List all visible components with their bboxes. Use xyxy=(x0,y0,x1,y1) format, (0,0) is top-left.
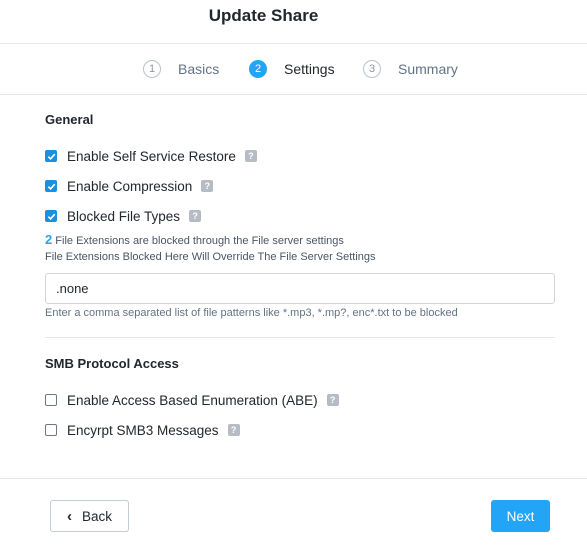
file-patterns-hint: Enter a comma separated list of file pat… xyxy=(45,307,458,319)
wizard-steps: 1 Basics 2 Settings 3 Summary xyxy=(0,44,587,95)
blocked-file-types-checkbox[interactable] xyxy=(45,210,57,222)
compression-row: Enable Compression ? xyxy=(45,178,214,194)
compression-checkbox[interactable] xyxy=(45,180,57,192)
check-icon xyxy=(47,153,55,160)
help-icon[interactable]: ? xyxy=(227,424,240,436)
blocked-file-types-row: Blocked File Types ? xyxy=(45,208,202,224)
blocked-file-types-label: Blocked File Types xyxy=(67,208,181,224)
step-settings[interactable]: 2 Settings xyxy=(249,59,335,79)
chevron-left-icon: ‹ xyxy=(66,507,72,525)
compression-label: Enable Compression xyxy=(67,178,193,194)
self-service-restore-checkbox[interactable] xyxy=(45,150,57,162)
smb3-encrypt-checkbox[interactable] xyxy=(45,424,57,436)
dialog-header: Update Share xyxy=(0,0,587,44)
help-icon[interactable]: ? xyxy=(244,150,257,162)
blocked-count[interactable]: 2 xyxy=(45,232,52,247)
step-basics[interactable]: 1 Basics xyxy=(143,59,219,79)
step-summary[interactable]: 3 Summary xyxy=(363,59,458,79)
general-section-title: General xyxy=(45,112,94,127)
abe-label: Enable Access Based Enumeration (ABE) xyxy=(67,392,318,408)
help-icon[interactable]: ? xyxy=(201,180,214,192)
blocked-info-text: File Extensions are blocked through the … xyxy=(55,235,344,247)
file-patterns-input[interactable] xyxy=(45,273,555,304)
step-label: Basics xyxy=(178,61,220,77)
smb3-encrypt-row: Encyrpt SMB3 Messages ? xyxy=(45,422,240,438)
section-divider xyxy=(45,337,555,338)
smb-section-title: SMB Protocol Access xyxy=(45,356,179,371)
abe-checkbox[interactable] xyxy=(45,394,57,406)
override-note: File Extensions Blocked Here Will Overri… xyxy=(45,251,376,263)
dialog-footer: ‹ Back Next xyxy=(0,478,587,552)
blocked-extensions-info: 2 File Extensions are blocked through th… xyxy=(45,232,344,247)
help-icon[interactable]: ? xyxy=(326,394,339,406)
next-button[interactable]: Next xyxy=(491,500,550,532)
step-label: Summary xyxy=(398,61,458,77)
self-service-restore-row: Enable Self Service Restore ? xyxy=(45,148,257,164)
step-number-icon: 3 xyxy=(363,60,381,78)
self-service-restore-label: Enable Self Service Restore xyxy=(67,148,236,164)
step-number-icon: 1 xyxy=(143,60,161,78)
abe-row: Enable Access Based Enumeration (ABE) ? xyxy=(45,392,339,408)
next-label: Next xyxy=(506,508,535,524)
back-button[interactable]: ‹ Back xyxy=(50,500,129,532)
dialog-title: Update Share xyxy=(208,6,319,25)
smb3-encrypt-label: Encyrpt SMB3 Messages xyxy=(67,422,219,438)
help-icon[interactable]: ? xyxy=(189,210,202,222)
step-label: Settings xyxy=(284,61,335,77)
check-icon xyxy=(47,213,55,220)
back-label: Back xyxy=(81,508,112,524)
check-icon xyxy=(47,183,55,190)
step-number-icon: 2 xyxy=(249,60,267,78)
